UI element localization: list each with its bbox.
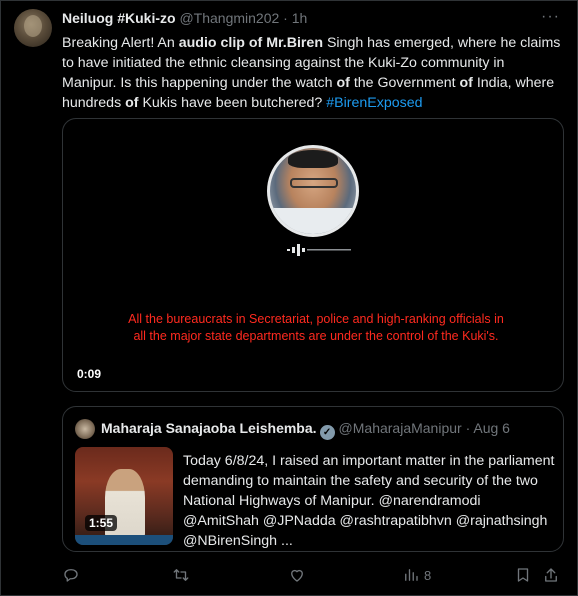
bookmark-icon xyxy=(517,568,529,582)
audio-media-player[interactable]: All the bureaucrats in Secretariat, poli… xyxy=(62,118,564,392)
author-avatar[interactable] xyxy=(14,9,52,47)
views-icon xyxy=(405,569,418,581)
author-name[interactable]: Neiluog #Kuki-zo xyxy=(62,10,176,26)
share-icon xyxy=(545,568,557,582)
quoted-author-handle[interactable]: @MaharajaManipur xyxy=(339,420,462,436)
quoted-video-thumbnail[interactable]: 1:55 xyxy=(75,447,173,545)
speaker-portrait xyxy=(267,145,359,237)
quoted-author-avatar[interactable] xyxy=(75,419,95,439)
tweet-time[interactable]: 1h xyxy=(292,10,308,26)
quoted-tweet-header: Maharaja Sanajaoba Leishemba. ✓ @MaharajaM… xyxy=(101,420,510,440)
tweet-header: Neiluog #Kuki-zo @Thangmin202 · 1h xyxy=(62,10,307,26)
quoted-tweet-text: Today 6/8/24, I raised an important matt… xyxy=(183,453,555,549)
retweet-button[interactable] xyxy=(172,566,190,584)
header-separator: · xyxy=(283,10,288,26)
retweet-icon xyxy=(173,569,189,581)
quoted-author-name[interactable]: Maharaja Sanajaoba Leishemba. xyxy=(101,420,317,436)
views-count: 8 xyxy=(424,567,432,583)
tweet-actions: 8 xyxy=(62,566,562,586)
bookmark-button[interactable] xyxy=(514,566,532,584)
verified-badge-icon: ✓ xyxy=(319,425,335,440)
audio-waveform-icon xyxy=(287,244,351,256)
video-duration: 1:55 xyxy=(85,515,118,531)
media-timestamp: 0:09 xyxy=(77,367,102,381)
more-icon[interactable]: ··· xyxy=(541,8,560,26)
audio-caption: All the bureaucrats in Secretariat, poli… xyxy=(128,312,504,343)
hashtag-link[interactable]: #BirenExposed xyxy=(326,95,422,111)
author-handle[interactable]: @Thangmin202 xyxy=(179,10,279,26)
tweet-text: Breaking Alert! An audio clip of Mr.Bire… xyxy=(62,35,561,111)
quoted-date: Aug 6 xyxy=(473,420,510,436)
like-button[interactable] xyxy=(288,566,306,584)
share-button[interactable] xyxy=(542,566,560,584)
reply-icon xyxy=(64,569,78,582)
like-icon xyxy=(291,569,303,582)
quoted-separator: · xyxy=(465,420,471,436)
quoted-tweet[interactable]: Maharaja Sanajaoba Leishemba. ✓ @MaharajaM… xyxy=(62,406,564,552)
reply-button[interactable] xyxy=(62,566,80,584)
views-button[interactable]: 8 xyxy=(402,566,431,584)
